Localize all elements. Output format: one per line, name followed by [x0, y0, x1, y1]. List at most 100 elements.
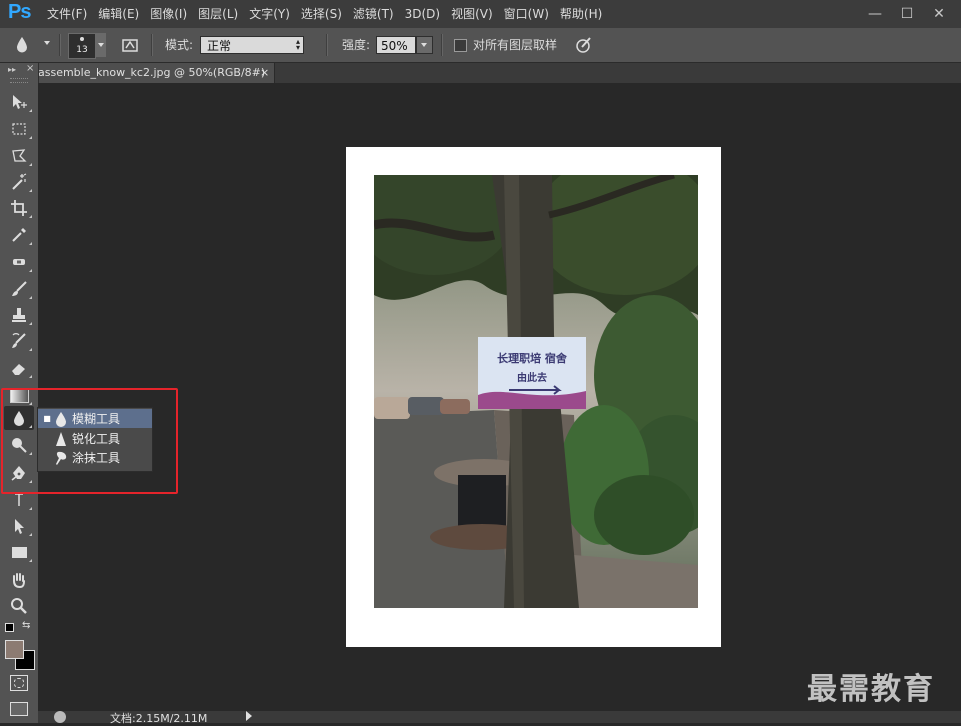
history-brush-icon — [12, 333, 26, 348]
mode-value: 正常 — [200, 36, 304, 54]
crop-tool[interactable] — [4, 196, 34, 220]
strength-slider-button[interactable] — [416, 36, 433, 54]
chevron-down-icon — [421, 43, 427, 47]
tool-flyout-menu: ■ 模糊工具 锐化工具 涂抹工具 — [37, 407, 153, 472]
strength-label: 强度: — [342, 38, 371, 52]
updown-arrows-icon: ▴ ▾ — [295, 37, 300, 52]
smudge-finger-icon — [56, 451, 67, 465]
quick-mask-icon[interactable] — [10, 675, 28, 691]
pressure-pen-icon[interactable] — [574, 35, 594, 55]
blur-tool-preset-icon[interactable] — [14, 35, 36, 55]
status-menu-arrow-icon[interactable] — [246, 711, 252, 721]
flyout-item-label: 模糊工具 — [72, 412, 121, 426]
sharpen-triangle-icon — [56, 431, 66, 446]
status-bar: 文档:2.15M/2.11M — [38, 711, 961, 725]
panel-grip[interactable] — [10, 78, 28, 83]
flyout-item-smudge[interactable]: 涂抹工具 — [38, 448, 152, 467]
swap-colors-icon[interactable]: ⇆ — [22, 620, 30, 631]
window-controls: — ☐ ✕ — [859, 0, 955, 28]
stamp-icon — [12, 308, 26, 322]
strength-value: 50% — [376, 36, 416, 54]
brush-size-value: 13 — [76, 45, 88, 55]
eraser-icon — [12, 364, 25, 375]
selected-bullet-icon: ■ — [43, 414, 51, 423]
document-photo[interactable]: 长理职培 宿舍 由此去 — [374, 175, 698, 608]
healing-brush-tool[interactable] — [4, 250, 34, 274]
brush-dot-icon — [80, 37, 84, 41]
menu-window[interactable]: 窗口(W) — [504, 0, 556, 28]
magic-wand-tool[interactable] — [4, 170, 34, 194]
flyout-item-blur[interactable]: ■ 模糊工具 — [38, 409, 152, 428]
menu-type[interactable]: 文字(Y) — [249, 0, 297, 28]
rectangle-shape-icon — [11, 546, 27, 558]
menu-list: 文件(F) 编辑(E) 图像(I) 图层(L) 文字(Y) 选择(S) 滤镜(T… — [47, 0, 613, 28]
blur-drop-icon — [56, 411, 66, 427]
sample-all-layers-label: 对所有图层取样 — [473, 38, 558, 52]
document-tab[interactable]: assemble_know_kc2.jpg @ 50%(RGB/8#) × — [38, 63, 275, 83]
options-bar: 13 模式: 正常 ▴ ▾ 强度: 50% 对所有图层取样 — [0, 28, 961, 63]
magic-wand-icon — [12, 173, 27, 190]
sign-text-line2: 由此去 — [517, 371, 547, 384]
marquee-tool[interactable] — [4, 117, 34, 141]
chevron-down-icon — [98, 43, 104, 47]
menu-bar: Ps 文件(F) 编辑(E) 图像(I) 图层(L) 文字(Y) 选择(S) 滤… — [0, 0, 961, 28]
sample-all-layers-checkbox[interactable] — [454, 39, 467, 52]
collapse-panel-icon[interactable]: ▸▸ — [8, 65, 16, 74]
panel-close-icon[interactable]: × — [26, 63, 34, 74]
sign-text-line1: 长理职培 宿舍 — [497, 351, 568, 365]
rect-marquee-icon — [12, 123, 26, 135]
menu-file[interactable]: 文件(F) — [47, 0, 94, 28]
polygon-lasso-icon — [12, 149, 27, 162]
menu-layer[interactable]: 图层(L) — [198, 0, 245, 28]
eyedropper-icon — [12, 228, 26, 242]
document-size-readout: 文档:2.15M/2.11M — [110, 712, 208, 725]
rectangle-tool[interactable] — [4, 540, 34, 564]
path-selection-tool[interactable] — [4, 514, 34, 538]
foreground-color-swatch[interactable] — [5, 640, 24, 659]
flyout-item-sharpen[interactable]: 锐化工具 — [38, 429, 152, 448]
bandage-icon — [13, 259, 25, 265]
menu-select[interactable]: 选择(S) — [301, 0, 349, 28]
tree-photo-image: 长理职培 宿舍 由此去 — [374, 175, 698, 608]
mode-label: 模式: — [165, 38, 194, 52]
preset-dropdown-arrow-icon[interactable] — [44, 41, 50, 45]
menu-help[interactable]: 帮助(H) — [560, 0, 609, 28]
clone-stamp-tool[interactable] — [4, 303, 34, 327]
brush-size-picker[interactable]: 13 — [68, 33, 96, 59]
move-tool[interactable] — [4, 90, 34, 114]
zoom-tool[interactable] — [4, 594, 34, 618]
maximize-button[interactable]: ☐ — [891, 6, 923, 22]
arrow-cursor-icon — [15, 519, 24, 534]
screen-mode-icon[interactable] — [10, 702, 28, 716]
minimize-button[interactable]: — — [859, 6, 891, 22]
close-button[interactable]: ✕ — [923, 6, 955, 22]
move-icon — [13, 95, 27, 109]
flyout-item-label: 锐化工具 — [72, 432, 121, 446]
status-circle-icon[interactable] — [54, 711, 66, 723]
brush-icon — [12, 281, 27, 296]
menu-filter[interactable]: 滤镜(T) — [353, 0, 401, 28]
hand-icon — [13, 573, 25, 589]
brush-tool[interactable] — [4, 277, 34, 301]
brush-panel-toggle-icon[interactable] — [121, 36, 139, 54]
menu-3d[interactable]: 3D(D) — [405, 0, 447, 28]
lasso-tool[interactable] — [4, 144, 34, 168]
crop-icon — [11, 200, 27, 216]
menu-view[interactable]: 视图(V) — [451, 0, 500, 28]
history-brush-tool[interactable] — [4, 329, 34, 353]
document-tab-bar: assemble_know_kc2.jpg @ 50%(RGB/8#) × — [38, 63, 961, 83]
watermark-text: 最需教育 — [807, 672, 935, 707]
menu-image[interactable]: 图像(I) — [150, 0, 194, 28]
eraser-tool[interactable] — [4, 356, 34, 380]
tab-close-icon[interactable]: × — [260, 63, 269, 83]
hand-tool[interactable] — [4, 568, 34, 592]
default-colors-icon[interactable] — [5, 623, 14, 632]
photoshop-logo: Ps — [8, 1, 31, 23]
strength-input[interactable]: 50% — [376, 36, 416, 54]
document-tab-title: assemble_know_kc2.jpg @ 50%(RGB/8#) — [38, 66, 266, 79]
menu-edit[interactable]: 编辑(E) — [98, 0, 146, 28]
flyout-item-label: 涂抹工具 — [72, 451, 121, 465]
brush-dropdown-button[interactable] — [96, 33, 106, 57]
mode-select[interactable]: 正常 ▴ ▾ — [200, 36, 304, 54]
eyedropper-tool[interactable] — [4, 223, 34, 247]
